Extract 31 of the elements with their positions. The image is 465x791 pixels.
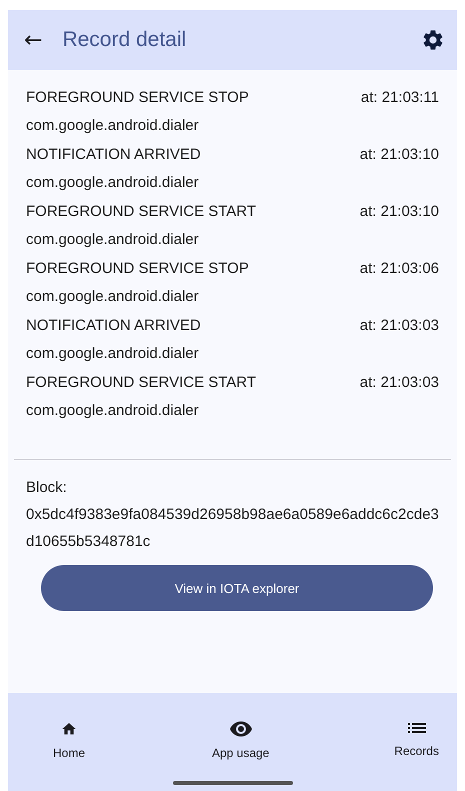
event-time: at: 21:03:10 [360,202,439,221]
explorer-button[interactable]: View in IOTA explorer [41,565,433,611]
package-name: com.google.android.dialer [26,287,200,306]
block-label: Block: [26,478,68,498]
nav-item[interactable]: Home [51,721,87,760]
event-name: FOREGROUND SERVICE START [26,373,258,392]
eye-icon [230,721,252,737]
event-name: NOTIFICATION ARRIVED [26,145,202,164]
event-name: FOREGROUND SERVICE STOP [26,259,250,278]
package-name: com.google.android.dialer [26,344,200,363]
event-time: at: 21:03:11 [360,88,439,107]
event-name: NOTIFICATION ARRIVED [26,316,202,335]
nav-item[interactable]: App usage [212,721,270,760]
screen-title: Record detail [62,28,188,52]
package-name: com.google.android.dialer [26,173,200,192]
block-hash: 0x5dc4f9383e9fa084539d26958b98ae6a0589e6addc6c2cde3d10655b5348781c [26,505,439,552]
event-name: FOREGROUND SERVICE START [26,202,258,221]
event-time: at: 21:03:03 [360,373,439,392]
back-button[interactable]: ← [24,28,42,52]
settings-icon [423,30,443,50]
event-name: FOREGROUND SERVICE STOP [26,88,250,107]
package-name: com.google.android.dialer [26,401,200,420]
package-name: com.google.android.dialer [26,116,200,135]
package-name: com.google.android.dialer [26,230,200,249]
event-time: at: 21:03:10 [360,145,439,164]
event-time: at: 21:03:03 [360,316,439,335]
home-icon [61,721,77,737]
settings-button[interactable] [423,30,443,50]
list-icon [408,721,426,735]
event-time: at: 21:03:06 [360,259,439,278]
nav-item[interactable]: Records [394,721,439,760]
